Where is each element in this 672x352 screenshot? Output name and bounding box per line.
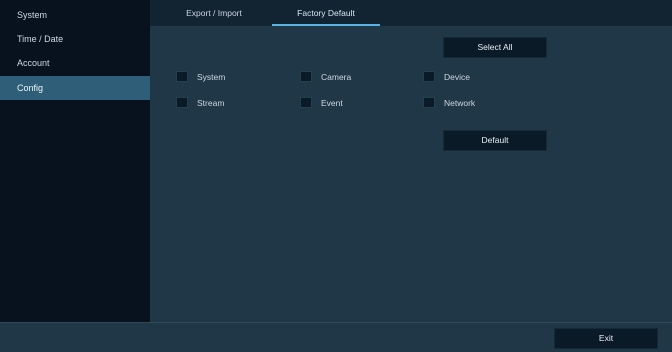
default-button[interactable]: Default: [443, 130, 547, 151]
sidebar: System Time / Date Account Config: [0, 0, 150, 322]
tab-bar: Export / Import Factory Default: [150, 0, 672, 26]
checkbox-stream[interactable]: Stream: [176, 96, 256, 110]
exit-button[interactable]: Exit: [554, 328, 658, 349]
checkbox-event[interactable]: Event: [300, 96, 380, 110]
checkbox-box[interactable]: [300, 97, 312, 108]
checkbox-box[interactable]: [176, 71, 188, 82]
select-all-button[interactable]: Select All: [443, 37, 547, 58]
sidebar-item-time-date[interactable]: Time / Date: [0, 27, 150, 51]
tab-factory-default[interactable]: Factory Default: [272, 0, 380, 26]
main-panel: Export / Import Factory Default Select A…: [150, 0, 672, 322]
checkbox-box[interactable]: [423, 97, 435, 108]
sidebar-item-system[interactable]: System: [0, 3, 150, 27]
tab-export-import[interactable]: Export / Import: [158, 0, 270, 26]
sidebar-item-account[interactable]: Account: [0, 51, 150, 75]
checkbox-label: Camera: [321, 72, 352, 82]
checkbox-label: Stream: [197, 98, 225, 108]
checkbox-device[interactable]: Device: [423, 70, 513, 84]
checkbox-label: Network: [444, 98, 476, 108]
checkbox-label: Event: [321, 98, 343, 108]
checkbox-label: System: [197, 72, 226, 82]
sidebar-item-config[interactable]: Config: [0, 76, 150, 100]
checkbox-box[interactable]: [423, 71, 435, 82]
checkbox-camera[interactable]: Camera: [300, 70, 380, 84]
checkbox-box[interactable]: [176, 97, 188, 108]
checkbox-row: Stream Event Network: [150, 96, 672, 110]
settings-screen: System Time / Date Account Config Export…: [0, 0, 672, 352]
checkbox-system[interactable]: System: [176, 70, 256, 84]
checkbox-box[interactable]: [300, 71, 312, 82]
checkbox-network[interactable]: Network: [423, 96, 513, 110]
checkbox-label: Device: [444, 72, 470, 82]
checkbox-row: System Camera Device: [150, 70, 672, 84]
bottom-bar: Exit: [0, 322, 672, 352]
